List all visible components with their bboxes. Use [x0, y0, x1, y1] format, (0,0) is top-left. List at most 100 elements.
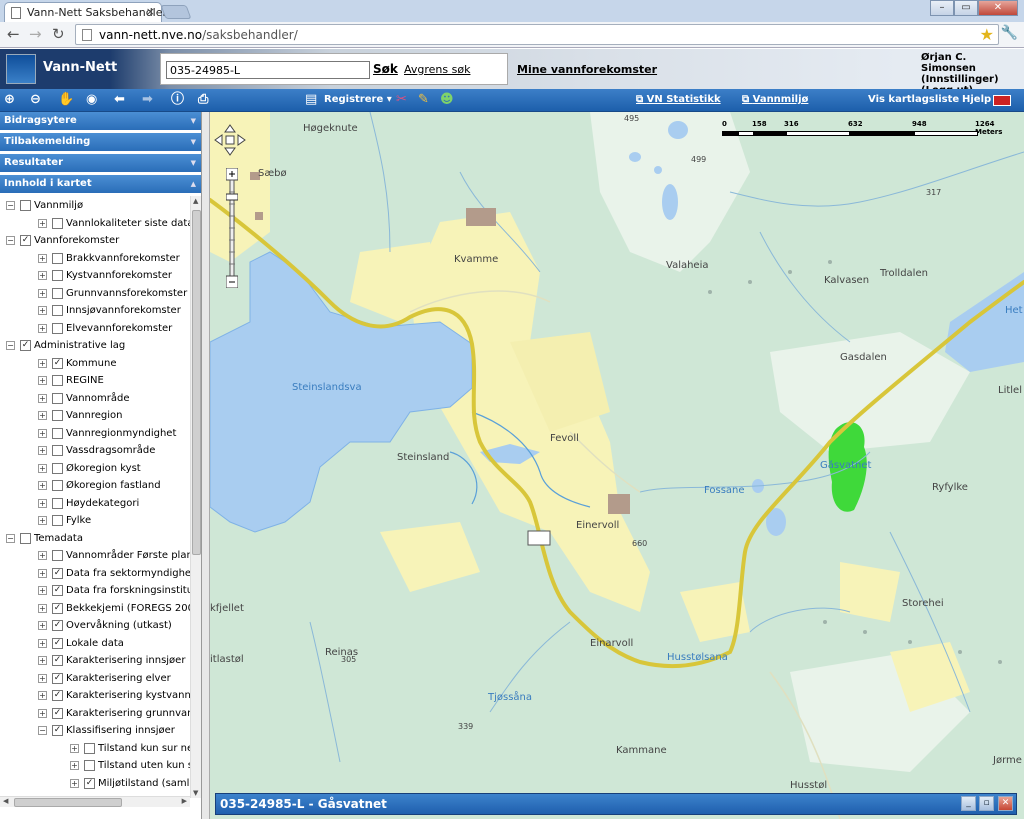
expand-icon[interactable]: + — [38, 359, 47, 368]
layer-checkbox[interactable]: ✓ — [52, 585, 63, 596]
expand-icon[interactable]: + — [38, 674, 47, 683]
expand-icon[interactable]: + — [70, 744, 79, 753]
layer-checkbox[interactable] — [52, 323, 63, 334]
expand-icon[interactable]: + — [38, 551, 47, 560]
tree-item-label[interactable]: Kystvannforekomster — [66, 270, 172, 281]
tree-item-label[interactable]: Lokale data — [66, 638, 124, 649]
layer-checkbox[interactable] — [52, 550, 63, 561]
tree-item-label[interactable]: Tilstand kun sur ned — [98, 743, 200, 754]
expand-icon[interactable]: + — [38, 254, 47, 263]
tree-item-label[interactable]: Vannregion — [66, 410, 123, 421]
maximize-panel-button[interactable]: ▫ — [979, 796, 994, 811]
layer-checkbox[interactable]: ✓ — [84, 778, 95, 789]
my-waterbodies-link[interactable]: Mine vannforekomster — [517, 63, 657, 76]
tree-item-label[interactable]: Miljøtilstand (samlet — [98, 778, 200, 789]
expand-icon[interactable]: + — [38, 639, 47, 648]
new-tab-button[interactable] — [160, 5, 192, 19]
tree-item-label[interactable]: Vannforekomster — [34, 235, 119, 246]
layer-checkbox[interactable] — [52, 410, 63, 421]
tree-item-label[interactable]: Brakkvannforekomster — [66, 253, 180, 264]
browser-tab[interactable]: Vann-Nett Saksbehandler × — [4, 2, 167, 22]
tree-item-label[interactable]: Vannområder Første planfa — [66, 550, 201, 561]
map-view[interactable]: 660 Høgeknute Sæbø Kvamme Valaheia Kalva… — [210, 112, 1024, 819]
tab-close-icon[interactable]: × — [146, 5, 155, 18]
tree-item-label[interactable]: Data fra sektormyndighete — [66, 568, 201, 579]
tree-item-label[interactable]: Høydekategori — [66, 498, 139, 509]
close-panel-button[interactable]: ✕ — [998, 796, 1013, 811]
layer-checkbox[interactable] — [52, 498, 63, 509]
tree-item-label[interactable]: Økoregion kyst — [66, 463, 141, 474]
zoom-in-icon[interactable]: ⊕ — [4, 92, 15, 108]
tree-item-label[interactable]: Fylke — [66, 515, 91, 526]
expand-icon[interactable]: + — [38, 569, 47, 578]
expand-icon[interactable]: + — [38, 516, 47, 525]
expand-icon[interactable]: + — [38, 429, 47, 438]
tree-item-label[interactable]: Karakterisering kystvann — [66, 690, 191, 701]
expand-icon[interactable]: + — [38, 499, 47, 508]
layer-checkbox[interactable]: ✓ — [52, 568, 63, 579]
tree-item-label[interactable]: Vannlokaliteter siste data — [66, 218, 193, 229]
previous-extent-icon[interactable]: ⬅ — [114, 92, 125, 108]
scroll-up-icon[interactable]: ▲ — [193, 197, 198, 205]
expand-icon[interactable]: + — [38, 464, 47, 473]
layer-checkbox[interactable] — [52, 305, 63, 316]
maximize-window-button[interactable]: ▭ — [954, 0, 978, 16]
tree-item-label[interactable]: Data fra forskningsinstitusj — [66, 585, 201, 596]
zoom-slider[interactable] — [226, 168, 238, 288]
vannmiljo-link[interactable]: ⧉ Vannmiljø — [742, 94, 808, 105]
layer-checkbox[interactable] — [52, 270, 63, 281]
forward-arrow-icon[interactable]: → — [29, 25, 42, 43]
next-extent-icon[interactable]: ➡ — [142, 92, 153, 108]
register-menu[interactable]: Registrere ▾ — [324, 94, 392, 105]
close-window-button[interactable]: ✕ — [978, 0, 1018, 16]
layer-checkbox[interactable] — [52, 445, 63, 456]
expand-icon[interactable]: + — [38, 376, 47, 385]
layer-checkbox[interactable] — [52, 428, 63, 439]
expand-icon[interactable]: + — [38, 656, 47, 665]
scroll-left-icon[interactable]: ◀ — [3, 797, 8, 805]
tree-item-label[interactable]: Karakterisering innsjøer — [66, 655, 185, 666]
section-innhold-i-kartet[interactable]: Innhold i kartet ▲ — [0, 175, 201, 194]
layer-checkbox[interactable]: ✓ — [52, 358, 63, 369]
pan-hand-icon[interactable]: ✋ — [58, 92, 74, 108]
tree-item-label[interactable]: Vannområde — [66, 393, 129, 404]
tree-item-label[interactable]: Økoregion fastland — [66, 480, 161, 491]
expand-icon[interactable]: + — [38, 481, 47, 490]
tree-item-label[interactable]: Vannregionmyndighet — [66, 428, 176, 439]
expand-icon[interactable]: + — [38, 691, 47, 700]
tree-item-label[interactable]: Tilstand uten kun su — [98, 760, 199, 771]
layer-checkbox[interactable]: ✓ — [52, 725, 63, 736]
layer-checkbox[interactable] — [20, 200, 31, 211]
expand-icon[interactable]: + — [38, 324, 47, 333]
expand-icon[interactable]: + — [38, 604, 47, 613]
layer-checkbox[interactable] — [52, 515, 63, 526]
layer-checkbox[interactable]: ✓ — [52, 708, 63, 719]
collapse-icon[interactable]: − — [38, 726, 47, 735]
expand-icon[interactable]: + — [38, 586, 47, 595]
expand-icon[interactable]: + — [38, 271, 47, 280]
scroll-right-icon[interactable]: ▶ — [182, 797, 187, 805]
expand-icon[interactable]: + — [38, 621, 47, 630]
section-tilbakemelding[interactable]: Tilbakemelding ▼ — [0, 133, 201, 152]
layer-checkbox[interactable]: ✓ — [52, 673, 63, 684]
tree-item-label[interactable]: Innsjøvannforekomster — [66, 305, 181, 316]
tree-item-label[interactable]: Bekkekjemi (FOREGS 2008 — [66, 603, 200, 614]
layer-checkbox[interactable]: ✓ — [20, 235, 31, 246]
layer-checkbox[interactable]: ✓ — [52, 620, 63, 631]
url-field[interactable]: vann-nett.nve.no/saksbehandler/ ★ — [75, 24, 999, 45]
expand-icon[interactable]: + — [38, 289, 47, 298]
feature-info-bar[interactable]: 035-24985-L - Gåsvatnet _ ▫ ✕ — [215, 793, 1017, 815]
section-resultater[interactable]: Resultater ▼ — [0, 154, 201, 173]
tree-item-label[interactable]: Klassifisering innsjøer — [66, 725, 175, 736]
section-bidragsytere[interactable]: Bidragsytere ▼ — [0, 112, 201, 131]
layer-checkbox[interactable] — [52, 480, 63, 491]
layer-checkbox[interactable]: ✓ — [20, 340, 31, 351]
layer-checkbox[interactable] — [84, 760, 95, 771]
measure-tool-icon[interactable]: ✂ — [396, 92, 407, 108]
print-icon[interactable]: ⎙ — [198, 92, 208, 108]
layer-checkbox[interactable]: ✓ — [52, 655, 63, 666]
back-arrow-icon[interactable]: ← — [7, 25, 20, 43]
settings-link[interactable]: (Innstillinger) — [921, 74, 1024, 85]
tree-item-label[interactable]: Karakterisering grunnvann — [66, 708, 200, 719]
tree-item-label[interactable]: Overvåkning (utkast) — [66, 620, 172, 631]
